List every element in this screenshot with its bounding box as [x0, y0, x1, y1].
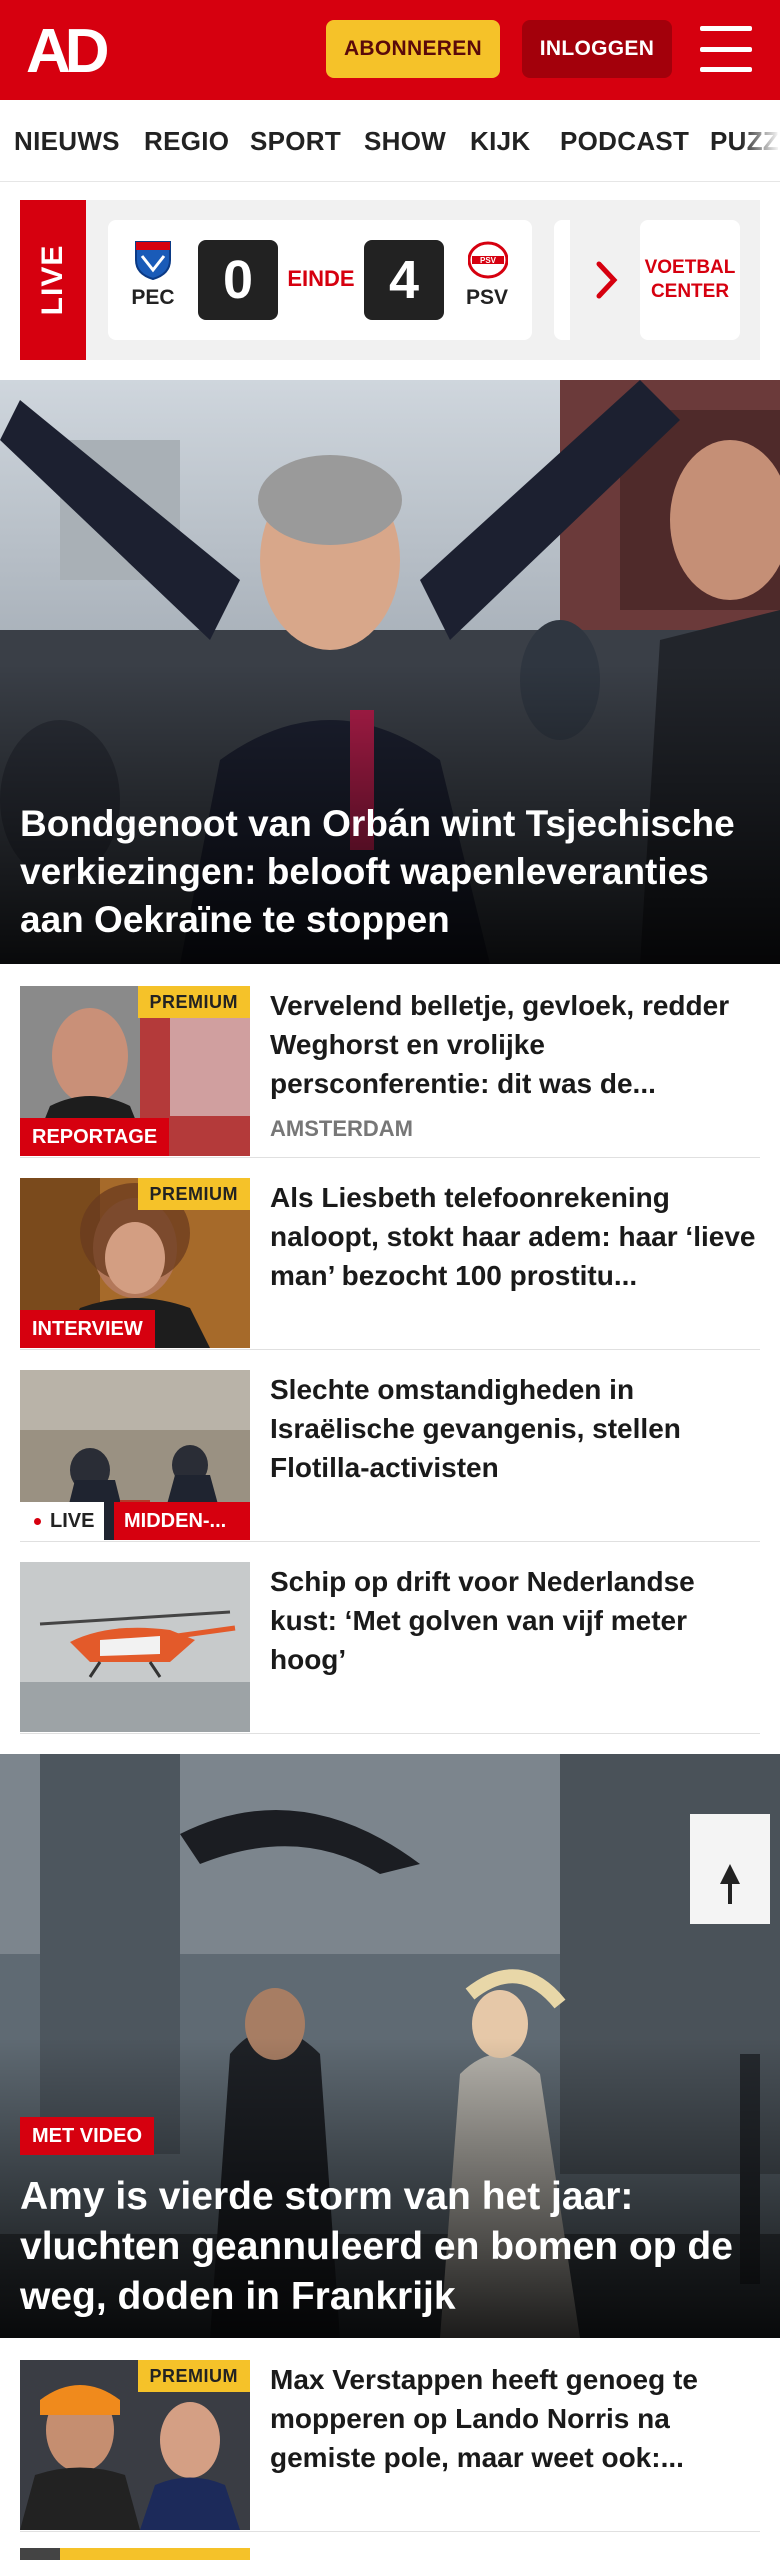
category-label: MIDDEN-... [114, 1502, 250, 1540]
away-team-name: PSV [465, 286, 509, 309]
article-thumbnail[interactable]: PREMIUM INTERVIEW [20, 1178, 250, 1348]
subscribe-button[interactable]: ABONNEREN [326, 20, 500, 78]
logo-text: AD [26, 20, 108, 80]
premium-badge: PREMIUM [137, 2360, 250, 2392]
nav-fade [740, 100, 780, 181]
partial-premium-badge [60, 2548, 250, 2560]
live-label: LIVE [20, 1502, 105, 1540]
voetbal-center-button[interactable]: VOETBAL CENTER [640, 220, 740, 340]
home-team-name: PEC [131, 286, 175, 309]
article-location: AMSTERDAM [270, 1116, 413, 1141]
ad-logo[interactable]: AD [26, 17, 116, 86]
article-title[interactable]: Slechte omstandigheden in Israëlische ge… [270, 1370, 760, 1488]
article-item[interactable]: LIVE MIDDEN-... Slechte omstandigheden i… [20, 1350, 760, 1542]
match-status: EINDE [287, 266, 355, 291]
away-score: 4 [364, 240, 444, 320]
article-thumbnail[interactable]: LIVE MIDDEN-... [20, 1370, 250, 1540]
video-tag: MET VIDEO [20, 2117, 155, 2155]
live-tag: LIVE [20, 200, 86, 360]
home-score: 0 [198, 240, 278, 320]
article-item[interactable]: PREMIUM REPORTAGE Vervelend belletje, ge… [20, 966, 760, 1158]
hero2-title[interactable]: Amy is vierde storm van het jaar: vlucht… [20, 2172, 760, 2322]
premium-badge: PREMIUM [137, 1178, 250, 1210]
article-thumbnail[interactable]: PREMIUM [20, 2360, 250, 2530]
partial-thumbnail [20, 2548, 60, 2560]
article-thumbnail[interactable] [20, 1562, 250, 1732]
nav-item-sport[interactable]: SPORT [250, 126, 341, 157]
home-team: PEC [118, 240, 188, 310]
away-team: PSV PSV [452, 240, 522, 310]
psv-crest-icon: PSV [467, 240, 509, 280]
category-label: INTERVIEW [20, 1310, 155, 1348]
match-card[interactable]: PEC 0 EINDE 4 PSV PSV [108, 220, 532, 340]
nav-item-regio[interactable]: REGIO [144, 126, 229, 157]
pec-crest-icon [134, 240, 172, 281]
category-label: REPORTAGE [20, 1118, 170, 1156]
nav-item-podcast[interactable]: PODCAST [560, 126, 689, 157]
article-thumbnail[interactable]: PREMIUM REPORTAGE [20, 986, 250, 1156]
premium-badge: PREMIUM [137, 986, 250, 1018]
hero-article[interactable]: Bondgenoot van Orbán wint Tsjechi­sche v… [0, 380, 780, 964]
hero-article-2[interactable]: MET VIDEO Amy is vierde storm van het ja… [0, 1754, 780, 2338]
site-header: AD ABONNEREN INLOGGEN [0, 0, 780, 100]
hero-title[interactable]: Bondgenoot van Orbán wint Tsjechi­sche v… [20, 800, 760, 944]
main-nav: NIEUWS REGIO SPORT SHOW KIJK PODCAST PUZ… [0, 100, 780, 182]
article-title[interactable]: Vervelend belletje, gevloek, redder Wegh… [270, 986, 760, 1104]
nav-item-nieuws[interactable]: NIEUWS [14, 126, 120, 157]
nav-item-show[interactable]: SHOW [364, 126, 446, 157]
article-title[interactable]: Als Liesbeth telefoonrekening naloopt, s… [270, 1178, 760, 1296]
chevron-right-icon[interactable] [594, 258, 620, 302]
live-score-widget: LIVE PEC 0 EINDE 4 PSV PSV VOETBAL CENTE… [20, 200, 760, 360]
nav-item-kijk[interactable]: KIJK [470, 126, 530, 157]
article-title[interactable]: Schip op drift voor Nederlandse kust: ‘M… [270, 1562, 760, 1680]
article-item[interactable]: Schip op drift voor Nederlandse kust: ‘M… [20, 1542, 760, 1734]
login-button[interactable]: INLOGGEN [522, 20, 672, 78]
article-item[interactable]: PREMIUM Max Verstappen heeft genoeg te m… [20, 2340, 760, 2532]
next-card-edge[interactable] [554, 220, 570, 340]
hamburger-icon[interactable] [700, 26, 752, 72]
article-title[interactable]: Max Verstappen heeft genoeg te mopperen … [270, 2360, 760, 2478]
article-item-partial[interactable] [20, 2530, 760, 2560]
svg-text:PSV: PSV [480, 256, 497, 265]
article-item[interactable]: PREMIUM INTERVIEW Als Liesbeth telefoonr… [20, 1158, 760, 1350]
